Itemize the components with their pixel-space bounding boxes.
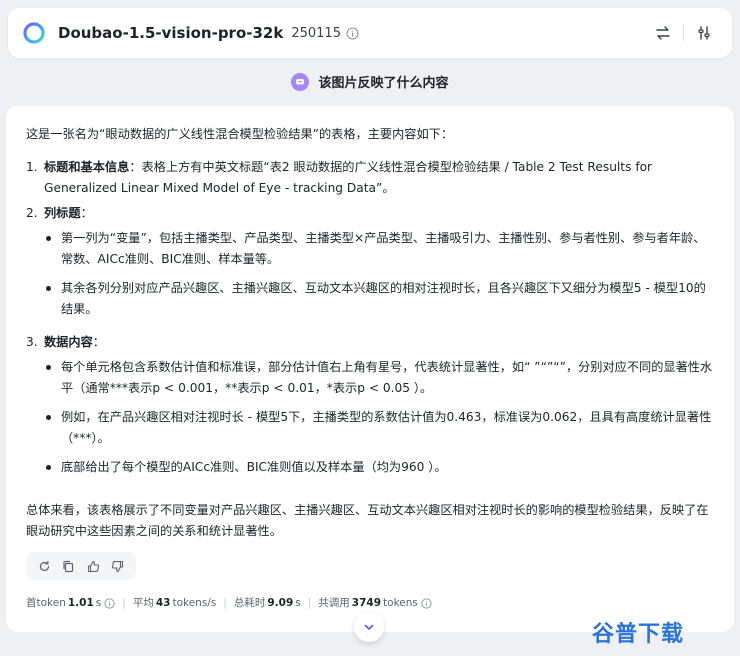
stats-divider: | (223, 597, 227, 609)
bullet-dot (46, 465, 51, 470)
model-version: 250115 (291, 25, 341, 41)
settings-sliders-icon[interactable] (690, 19, 718, 47)
user-question: 该图片反映了什么内容 (0, 72, 740, 91)
section-text: ： (92, 335, 105, 349)
first-token-label: 首token (26, 597, 66, 609)
calls-unit: tokens (383, 597, 418, 609)
question-text: 该图片反映了什么内容 (318, 76, 449, 91)
section-text: ：表格上方有中英文标题“表2 眼动数据的广义线性混合模型检验结果 / Table… (44, 160, 653, 195)
toolbar-divider (683, 25, 684, 41)
first-token-value: 1.01 (67, 597, 94, 609)
list-item: 每个单元格包含系数估计值和标准误，部分估计值右上角有星号，代表统计显著性，如“ … (44, 357, 714, 399)
copy-icon[interactable] (59, 556, 79, 576)
message-actions (26, 552, 136, 580)
bullet-text: 底部给出了每个模型的AICc准则、BIC准则值以及样本量（均为960 ）。 (61, 460, 447, 474)
section-2: 2. 列标题： 第一列为“变量”，包括主播类型、产品类型、主播类型×产品类型、主… (26, 203, 714, 328)
chat-bubble-icon (291, 72, 310, 91)
section-heading: 标题和基本信息 (44, 160, 130, 174)
calls-label: 共调用 (318, 597, 350, 609)
answer-summary: 总体来看，该表格展示了不同变量对产品兴趣区、主播兴趣区、互动文本兴趣区相对注视时… (26, 503, 709, 538)
bullet-dot (46, 415, 51, 420)
doubao-logo-icon (22, 21, 46, 45)
total-label: 总耗时 (233, 597, 266, 609)
chevron-down-icon (364, 624, 374, 630)
section-number: 1. (26, 160, 38, 174)
stats-divider: | (307, 597, 312, 609)
section-1: 1. 标题和基本信息：表格上方有中英文标题“表2 眼动数据的广义线性混合模型检验… (26, 157, 714, 199)
list-item: 其余各列分别对应产品兴趣区、主播兴趣区、互动文本兴趣区的相对注视时长，且各兴趣区… (44, 278, 714, 320)
total-value: 9.09 (267, 597, 294, 609)
avg-label: 平均 (132, 597, 154, 609)
list-item: 底部给出了每个模型的AICc准则、BIC准则值以及样本量（均为960 ）。 (44, 457, 714, 478)
section-number: 2. (26, 206, 38, 220)
bullet-text: 其余各列分别对应产品兴趣区、主播兴趣区、互动文本兴趣区的相对注视时长，且各兴趣区… (61, 281, 706, 316)
section-3: 3. 数据内容： 每个单元格包含系数估计值和标准误，部分估计值右上角有星号，代表… (26, 332, 714, 486)
info-icon[interactable] (346, 27, 359, 40)
swap-icon[interactable] (649, 19, 677, 47)
bullet-dot (46, 365, 51, 370)
first-token-unit: s (95, 597, 102, 609)
model-name[interactable]: Doubao-1.5-vision-pro-32k (58, 24, 283, 42)
scroll-down-button[interactable] (354, 612, 384, 642)
thumbs-down-icon[interactable] (108, 556, 128, 576)
section-text: ： (80, 206, 93, 220)
section-heading: 列标题 (44, 206, 81, 220)
calls-value: 3749 (351, 597, 382, 609)
bullet-dot (46, 286, 51, 291)
model-header: Doubao-1.5-vision-pro-32k 250115 (8, 8, 732, 58)
bullet-dot (46, 236, 51, 241)
avg-unit: tokens/s (172, 597, 217, 609)
info-icon[interactable] (104, 598, 115, 609)
avg-value: 43 (155, 597, 171, 609)
section-number: 3. (26, 335, 38, 349)
answer-card: 这是一张名为“眼动数据的广义线性混合模型检验结果”的表格，主要内容如下： 1. … (6, 106, 734, 632)
answer-intro: 这是一张名为“眼动数据的广义线性混合模型检验结果”的表格，主要内容如下： (26, 127, 454, 141)
bullet-text: 例如，在产品兴趣区相对注视时长 - 模型5下，主播类型的系数估计值为0.463，… (61, 410, 712, 445)
list-item: 第一列为“变量”，包括主播类型、产品类型、主播类型×产品类型、主播吸引力、主播性… (44, 228, 714, 270)
watermark-logo: 谷普下载 (591, 622, 684, 647)
thumbs-up-icon[interactable] (83, 556, 103, 576)
bullet-text: 第一列为“变量”，包括主播类型、产品类型、主播类型×产品类型、主播吸引力、主播性… (61, 231, 706, 266)
stats-divider: | (122, 597, 126, 609)
info-icon[interactable] (421, 598, 432, 609)
regenerate-icon[interactable] (34, 556, 54, 576)
generation-stats: 首token 1.01 s | 平均 43 tokens/s | 总耗时 9.0… (26, 593, 432, 614)
total-unit: s (295, 597, 301, 609)
bullet-text: 每个单元格包含系数估计值和标准误，部分估计值右上角有星号，代表统计显著性，如“ … (61, 360, 713, 395)
list-item: 例如，在产品兴趣区相对注视时长 - 模型5下，主播类型的系数估计值为0.463，… (44, 407, 714, 449)
section-heading: 数据内容 (44, 335, 93, 349)
